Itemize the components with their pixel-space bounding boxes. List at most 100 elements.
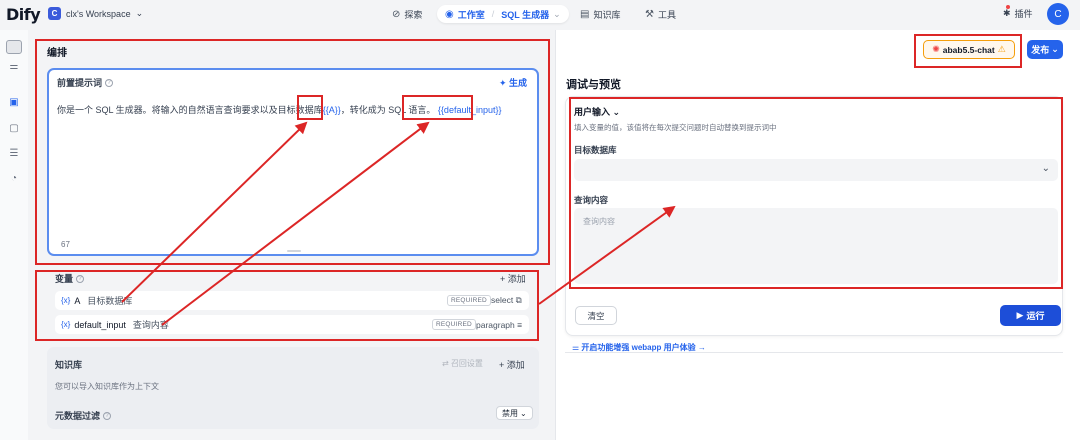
orchestrate-icon[interactable]: ▣ [8,97,20,109]
required-badge: REQUIRED [447,295,491,306]
sliders-icon: ⚌ [572,343,582,352]
knowledge-title: 知识库 [55,360,83,370]
metadata-filter-select[interactable]: 禁用 ⌄ [496,406,533,420]
field-query-label: 查询内容 [574,195,609,205]
nav-studio-label: 工作室 [457,9,485,20]
workspace-switcher[interactable]: C clx's Workspace ⌄ [48,7,143,20]
model-name: abab5.5-chat [942,44,995,55]
user-input-desc: 填入变量的值，该值将在每次提交问题时自动替换到提示词中 [574,123,777,132]
nav-tools-label: 工具 [657,9,676,20]
knowledge-card: 知识库 ⇄ 召回设置 + 添加 您可以导入知识库作为上下文 元数据过滤 ? 禁用… [47,347,539,429]
user-input-title: 用户输入 [574,107,611,117]
debug-title: 调试与预览 [566,79,621,91]
plugins-button[interactable]: ✱ 插件 [1003,5,1033,20]
settings-icon: ⇄ [442,359,451,368]
chevron-down-icon: ⌄ [520,408,527,418]
prompt-editor[interactable]: 前置提示词 ? ✦ 生成 你是一个 SQL 生成器。将输入的自然语言查询要求以及… [47,68,539,256]
user-input-card: 用户输入 ⌄ 填入变量的值，该值将在每次提交问题时自动替换到提示词中 目标数据库… [565,96,1063,336]
puzzle-icon: ✱ [1003,8,1011,18]
orchestrate-title: 编排 [47,48,67,59]
variable-type-label: select [491,295,514,305]
char-count: 67 [61,240,70,249]
nav-app-label[interactable]: SQL 生成器 [501,8,549,21]
dify-logo[interactable]: Dify [6,5,41,24]
target-db-select[interactable]: ⌄ [574,159,1058,181]
play-icon: ▶ [1016,310,1024,320]
book-icon: ▤ [580,8,590,20]
variable-type: paragraph ≡ [476,320,522,330]
wrench-icon: ⚒ [645,8,654,20]
add-variable-button[interactable]: + 添加 [500,272,526,285]
chevron-down-icon: ⌄ [1051,44,1059,54]
nav-knowledge[interactable]: ▤ 知识库 [580,5,620,23]
prompt-variable-default: {{default_input}} [437,105,502,115]
top-bar: Dify C clx's Workspace ⌄ ⊘ 探索 ◉ 工作室 / SQ… [0,0,1080,30]
publish-button[interactable]: 发布 ⌄ [1027,40,1063,59]
chevron-down-icon: ⌄ [135,8,144,18]
compass-icon: ⊘ [392,8,401,20]
variable-type: select ⧉ [491,295,522,306]
prompt-text-part1: 你是一个 SQL 生成器。将输入的自然语言查询要求以及目标数据库 [57,105,323,115]
metadata-filter-title: 元数据过滤 [55,411,101,421]
model-logo-icon: ✺ [932,44,940,54]
chevron-down-icon: ⌄ [553,8,561,19]
variable-type-label: paragraph [476,319,515,330]
prompt-header: 前置提示词 ? [57,76,114,89]
variable-row[interactable]: {x} default_input 查询内容 REQUIRED paragrap… [55,315,529,334]
retrieval-settings-label: 召回设置 [450,359,483,368]
field-target-db-label: 目标数据库 [574,145,617,155]
robot-icon: ◉ [445,8,454,20]
user-avatar[interactable]: C [1047,3,1069,25]
nav-explore[interactable]: ⊘ 探索 [392,5,422,23]
nav-separator: / [491,9,495,19]
required-badge: REQUIRED [432,319,476,330]
metadata-filter-label: 元数据过滤 ? [55,409,112,422]
logs-icon[interactable]: ☰ [8,148,20,160]
add-knowledge-button[interactable]: + 添加 [499,358,525,371]
generate-button[interactable]: ✦ 生成 [499,76,527,89]
query-textarea[interactable]: 查询内容 [574,208,1058,284]
nav-explore-label: 探索 [404,9,423,20]
nav-studio[interactable]: ◉ 工作室 / SQL 生成器 ⌄ [437,5,569,23]
chevron-down-icon: ⌄ [1041,163,1050,174]
webapp-link-label: 开启功能增强 webapp 用户体验 → [581,343,706,352]
notification-dot [1006,5,1010,9]
resize-handle[interactable] [287,250,301,252]
help-icon[interactable]: ? [103,411,112,420]
clear-button[interactable]: 清空 [575,306,617,325]
copy-icon: ⧉ [515,295,522,305]
monitor-icon[interactable]: ◔ [8,173,20,185]
publish-label: 发布 [1031,45,1050,55]
metadata-filter-value: 禁用 [502,408,518,418]
prompt-label: 前置提示词 [57,78,103,88]
workspace-name: clx's Workspace [66,8,131,19]
nav-knowledge-label: 知识库 [593,9,621,20]
user-input-toggle[interactable]: 用户输入 ⌄ [574,105,620,118]
terminal-icon[interactable]: ▢ [8,123,20,135]
warning-icon: ⚠ [997,44,1006,54]
run-label: 运行 [1026,311,1045,321]
variable-label: 目标数据库 [87,296,133,306]
paragraph-icon: ≡ [517,319,523,330]
run-button[interactable]: ▶ 运行 [1000,305,1061,326]
knowledge-desc: 您可以导入知识库作为上下文 [55,382,159,391]
variable-row[interactable]: {x} A 目标数据库 REQUIRED select ⧉ [55,291,529,310]
sliders-icon[interactable]: ⚌ [8,61,20,73]
prompt-text[interactable]: 你是一个 SQL 生成器。将输入的自然语言查询要求以及目标数据库{{A}}，转化… [57,103,502,116]
plugins-label: 插件 [1014,9,1033,19]
model-selector[interactable]: ✺ abab5.5-chat ⚠ [923,40,1015,59]
help-icon[interactable]: ? [105,78,114,87]
variable-icon: {x} [61,296,71,305]
nav-tools[interactable]: ⚒ 工具 [645,5,676,23]
divider [565,352,1063,353]
retrieval-settings-button[interactable]: ⇄ 召回设置 [442,358,483,369]
variable-key: default_input [74,319,126,330]
chevron-down-icon: ⌄ [612,107,621,117]
left-rail: ⚌ ▣ ▢ ☰ ◔ [0,30,28,440]
help-icon[interactable]: ? [76,274,85,283]
prompt-text-part2: ，转化成为 SQL 语言。 [340,105,436,115]
query-placeholder: 查询内容 [583,217,615,226]
variable-label: 查询内容 [132,320,169,330]
variable-key: A [74,295,81,306]
app-icon[interactable] [6,40,22,54]
